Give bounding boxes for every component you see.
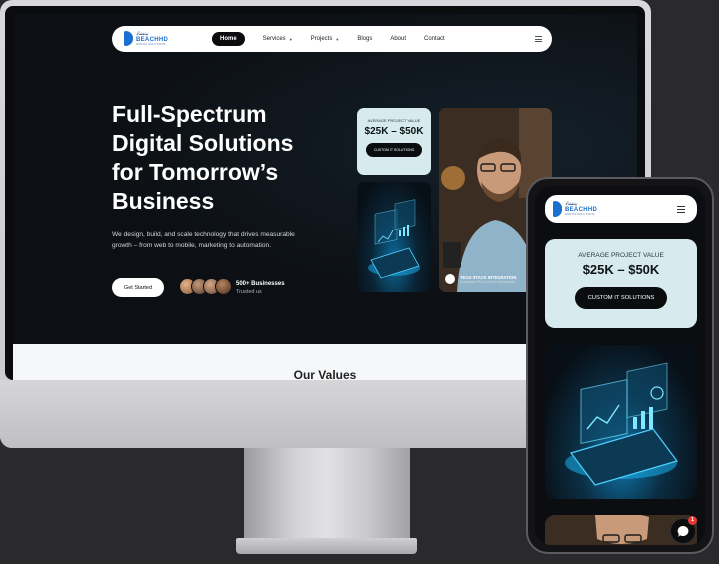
businesses-count: 500+ Businesses [236, 281, 285, 287]
project-value-amount: $25K – $50K [582, 262, 660, 277]
project-value-label: AVERAGE PROJECT VALUE [578, 252, 664, 259]
chevron-down-icon: ▼ [288, 36, 293, 42]
tech-stack-title: TECH STACK INTEGRATION [460, 274, 517, 280]
tech-stack-text: TECH STACK INTEGRATION Seamless APIs & C… [460, 275, 516, 284]
businesses-label: Trusted us [236, 289, 262, 295]
nav-services[interactable]: Services ▼ [263, 36, 293, 42]
nav-about-label: About [390, 36, 407, 42]
nav-services-label: Services [262, 36, 286, 42]
custom-it-solutions-button[interactable]: CUSTOM IT SOLUTIONS [366, 143, 422, 157]
project-value-card: AVERAGE PROJECT VALUE $25K – $50K CUSTOM… [545, 239, 697, 328]
mobile-navbar: بيتشاد BEACHHD DIGITAL SOLUTIONS [545, 195, 697, 223]
tech-dot-icon [445, 274, 455, 284]
logo-mark-icon [124, 31, 133, 46]
chevron-down-icon: ▼ [335, 36, 340, 42]
nav-home[interactable]: Home [212, 32, 245, 46]
project-value-label: AVERAGE PROJECT VALUE [367, 118, 421, 123]
nav-projects[interactable]: Projects ▼ [311, 36, 340, 42]
nav-blogs[interactable]: Blogs [357, 36, 372, 42]
nav-contact-label: Contact [424, 36, 445, 42]
mobile-screen: بيتشاد BEACHHD DIGITAL SOLUTIONS AVERAGE… [535, 186, 705, 545]
custom-it-solutions-button[interactable]: CUSTOM IT SOLUTIONS [575, 287, 667, 309]
menu-icon[interactable] [677, 206, 685, 213]
nav-about[interactable]: About [390, 36, 406, 42]
logo-tagline: DIGITAL SOLUTIONS [565, 212, 595, 216]
phone-frame: بيتشاد BEACHHD DIGITAL SOLUTIONS AVERAGE… [526, 177, 714, 554]
avatar [215, 278, 232, 295]
nav-projects-label: Projects [310, 36, 333, 42]
brand-logo[interactable]: بيتشاد BEACHHD DIGITAL SOLUTIONS [124, 31, 168, 46]
menu-icon[interactable] [535, 36, 542, 42]
logo-mark-icon [553, 201, 562, 217]
trusted-avatars [179, 278, 232, 295]
hologram-phone-icon [368, 199, 420, 279]
imac-stand [244, 448, 410, 542]
project-value-card: AVERAGE PROJECT VALUE $25K – $50K CUSTOM… [357, 108, 431, 175]
nav-blogs-label: Blogs [357, 36, 373, 42]
nav-contact[interactable]: Contact [424, 36, 445, 42]
chat-button[interactable]: 1 [670, 516, 697, 544]
desktop-navbar: بيتشاد BEACHHD DIGITAL SOLUTIONS Home Se… [112, 26, 552, 52]
logo-text: بيتشاد BEACHHD DIGITAL SOLUTIONS [136, 31, 168, 46]
get-started-button[interactable]: Get Started [112, 278, 164, 297]
hero-description: We design, build, and scale technology t… [112, 231, 295, 249]
hologram-phone-icon [565, 362, 678, 486]
imac-stand-base [236, 538, 417, 554]
logo-text: بيتشاد BEACHHD DIGITAL SOLUTIONS [565, 202, 597, 216]
brand-logo[interactable]: بيتشاد BEACHHD DIGITAL SOLUTIONS [553, 201, 597, 217]
nav-links: Home Services ▼ Projects ▼ Blogs About C… [212, 32, 463, 46]
hero-title: Full-Spectrum Digital Solutions for Tomo… [112, 101, 294, 214]
project-value-amount: $25K – $50K [364, 126, 424, 137]
logo-tagline: DIGITAL SOLUTIONS [136, 41, 166, 46]
hologram-dashboard-image [545, 345, 697, 499]
chat-badge: 1 [688, 516, 697, 525]
businesses-stat: 500+ Businesses Trusted us [236, 280, 285, 296]
hologram-dashboard-image [357, 182, 431, 292]
nav-home-label: Home [220, 36, 237, 42]
chat-bubble-icon [677, 525, 688, 537]
tech-stack-subtitle: Seamless APIs & Cloud Dashboards [460, 279, 516, 284]
